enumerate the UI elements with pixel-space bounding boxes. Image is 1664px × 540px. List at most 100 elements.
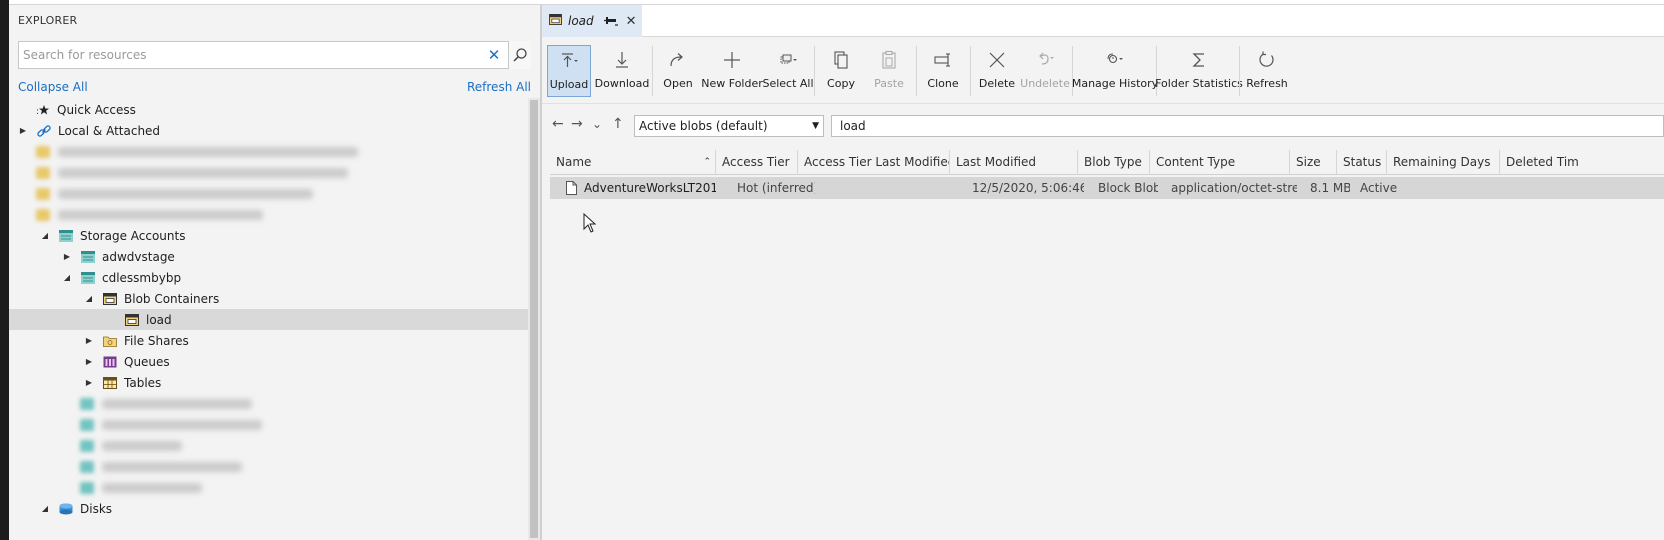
undelete-button[interactable]: Undelete [1020,45,1070,97]
toolbar-separator [652,46,653,96]
paste-icon [879,45,899,75]
storage-account-icon [80,249,96,265]
chevron-down-icon[interactable]: ⌄ [592,117,602,131]
tree-item-redacted[interactable] [9,204,528,225]
download-button[interactable]: Download [595,45,649,97]
select-all-button[interactable]: Select All [762,45,814,97]
delete-label: Delete [978,77,1016,90]
copy-icon [831,45,851,75]
chevron-right-icon[interactable]: ▶ [84,357,94,367]
tree-label: adwdvstage [102,249,175,264]
back-arrow-icon[interactable]: ← [552,116,564,132]
queue-icon [102,354,118,370]
tree-item-redacted[interactable] [9,456,528,477]
path-input[interactable]: load [831,115,1664,137]
tree-item-quick-access[interactable]: : Quick Access [9,99,528,120]
cell-content-type: application/octet-stream [1171,181,1297,195]
tree-item-tables[interactable]: ▶ Tables [9,372,528,393]
tree-item-redacted[interactable] [9,414,528,435]
redacted-text [102,440,182,451]
open-label: Open [663,77,693,90]
column-label: Access Tier [722,155,790,169]
select-all-label: Select All [762,77,814,90]
chevron-right-icon[interactable]: ▶ [84,378,94,388]
tab-load[interactable]: load ✕ [542,5,642,37]
tree-item-redacted[interactable] [9,141,528,162]
tree-item-redacted[interactable] [9,477,528,498]
new-folder-button[interactable]: New Folder [701,45,763,97]
chevron-down-icon[interactable]: ◢ [62,273,72,283]
column-header-size[interactable]: Size [1290,150,1337,175]
forward-arrow-icon[interactable]: → [571,116,583,132]
column-header-access-tier-last-modified[interactable]: Access Tier Last Modified [798,150,950,175]
tree-item-redacted[interactable] [9,183,528,204]
refresh-label: Refresh [1246,77,1288,90]
clear-icon[interactable]: ✕ [485,46,503,64]
clone-button[interactable]: Clone [925,45,961,97]
upload-button[interactable]: Upload [547,45,591,97]
cell-name: AdventureWorksLT2019.bak [584,181,716,195]
cell-deleted-time [1512,177,1652,199]
storage-account-icon [80,270,96,286]
tree-item-blob-containers[interactable]: ◢ Blob Containers [9,288,528,309]
tab-bar: load ✕ [542,5,1664,37]
refresh-all-link[interactable]: Refresh All [467,80,531,94]
blob-container-icon [549,14,562,28]
close-icon[interactable]: ✕ [626,14,637,29]
scrollbar-thumb[interactable] [530,100,538,538]
chevron-down-icon[interactable]: ◢ [40,504,50,514]
tree-item-disks[interactable]: ◢ Disks [9,498,528,519]
tree-item-redacted[interactable] [9,393,528,414]
pin-icon[interactable] [603,14,618,29]
column-header-name[interactable]: Name ⌃ [550,150,716,175]
column-label: Remaining Days [1393,155,1491,169]
tree-item-local-attached[interactable]: ▶ Local & Attached [9,120,528,141]
redacted-text [58,146,358,157]
tree-item-load[interactable]: load [9,309,528,330]
column-header-access-tier[interactable]: Access Tier [716,150,798,175]
tree-item-queues[interactable]: ▶ Queues [9,351,528,372]
column-header-remaining-days[interactable]: Remaining Days [1387,150,1500,175]
toolbar-separator [814,46,815,96]
search-input[interactable] [19,42,479,68]
refresh-button[interactable]: Refresh [1246,45,1288,97]
explorer-title: EXPLORER [18,14,78,27]
column-header-content-type[interactable]: Content Type [1150,150,1290,175]
delete-button[interactable]: Delete [979,45,1015,97]
tree-item-adwdvstage[interactable]: ▶ adwdvstage [9,246,528,267]
up-arrow-icon[interactable]: ↑ [612,116,624,132]
select-all-icon [778,45,798,75]
tree-item-redacted[interactable] [9,435,528,456]
chevron-right-icon[interactable]: ▶ [18,126,28,136]
column-header-status[interactable]: Status [1337,150,1387,175]
column-header-deleted-time[interactable]: Deleted Tim [1500,150,1664,175]
tree-item-redacted[interactable] [9,162,528,183]
new-folder-label: New Folder [701,77,763,90]
toolbar-separator [1239,46,1240,96]
tree-scrollbar[interactable] [528,98,540,540]
column-header-last-modified[interactable]: Last Modified [950,150,1078,175]
search-button[interactable] [508,41,531,69]
column-header-blob-type[interactable]: Blob Type [1078,150,1150,175]
chevron-right-icon[interactable]: ▶ [84,336,94,346]
redacted-icon [36,187,50,200]
file-icon [566,181,577,198]
tree-item-storage-accounts[interactable]: ◢ Storage Accounts [9,225,528,246]
table-row[interactable]: AdventureWorksLT2019.bak Hot (inferred) … [550,177,1664,199]
refresh-icon [1257,45,1277,75]
manage-history-button[interactable]: Manage History [1072,45,1158,97]
tree-item-file-shares[interactable]: ▶ File Shares [9,330,528,351]
tree-item-cdlessmbybp[interactable]: ◢ cdlessmbybp [9,267,528,288]
chevron-right-icon[interactable]: ▶ [62,252,72,262]
chevron-down-icon[interactable]: ◢ [84,294,94,304]
redacted-icon [36,166,50,179]
open-button[interactable]: Open [661,45,695,97]
chevron-down-icon[interactable]: ◢ [40,231,50,241]
toolbar-separator [970,46,971,96]
collapse-all-link[interactable]: Collapse All [18,80,88,94]
paste-button[interactable]: Paste [871,45,907,97]
folder-statistics-button[interactable]: Folder Statistics [1155,45,1243,97]
blob-view-select[interactable]: Active blobs (default) ▼ [634,115,824,137]
main-pane: load ✕ Upload Download Open New Folder S… [542,5,1664,540]
copy-button[interactable]: Copy [823,45,859,97]
